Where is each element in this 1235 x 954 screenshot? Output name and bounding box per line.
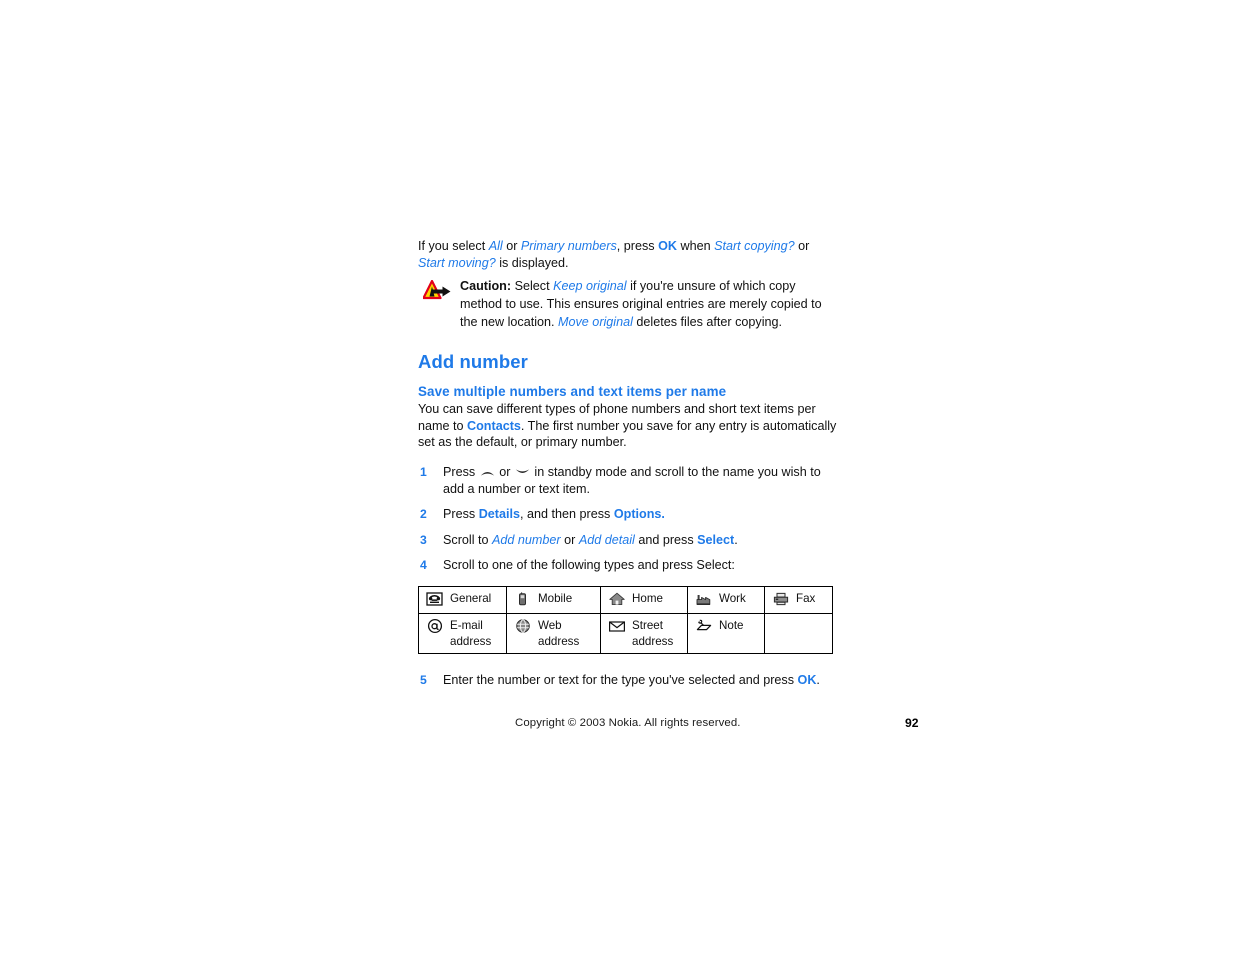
table-cell-fax: Fax xyxy=(764,585,833,614)
step-5-number: 5 xyxy=(420,673,427,688)
caution-text-1: Select xyxy=(511,279,554,294)
step-3-number: 3 xyxy=(420,532,427,547)
caution-term-move-original: Move original xyxy=(558,315,633,330)
table-cell-email-address: E-mail address xyxy=(418,612,507,655)
step-4-number: 4 xyxy=(420,557,427,572)
scroll-down-arrow-icon xyxy=(515,465,530,474)
table-cell-empty xyxy=(764,612,833,655)
house-icon xyxy=(608,591,626,607)
intro-text-1: If you select xyxy=(418,239,489,253)
caution-note: Caution: Select Keep original if you're … xyxy=(418,277,838,331)
at-sign-icon xyxy=(426,618,444,634)
boxed-telephone-icon xyxy=(426,591,444,607)
step-3-text-3: and press xyxy=(634,532,698,547)
intro-text-3: , press xyxy=(616,239,659,253)
caution-text: Caution: Select Keep original if you're … xyxy=(460,279,822,329)
step-5: 5 Enter the number or text for the type y… xyxy=(418,672,838,689)
table-cell-street-address: Street address xyxy=(600,612,688,655)
cell-label: E-mail address xyxy=(450,618,492,648)
step-3-term-add-number: Add number xyxy=(492,532,561,547)
step-1-number: 1 xyxy=(420,464,427,479)
intro-key-ok: OK xyxy=(658,239,677,253)
step-4: 4 Scroll to one of the following types an… xyxy=(418,557,838,574)
factory-icon xyxy=(695,591,713,607)
table-cell-web-address: Web address xyxy=(506,612,601,655)
cell-label: Web address xyxy=(538,618,580,648)
cell-content: Web address xyxy=(514,618,594,649)
body-term-contacts: Contacts xyxy=(467,418,521,433)
table-cell-note: Note xyxy=(687,612,765,655)
cell-label: Note xyxy=(719,618,744,632)
cell-label: Fax xyxy=(796,591,816,605)
caution-term-keep-original: Keep original xyxy=(553,279,627,294)
cell-label: Mobile xyxy=(538,591,573,605)
table-cell-mobile: Mobile xyxy=(506,585,601,614)
step-3-text-2: or xyxy=(560,532,579,547)
table-cell-work: Work xyxy=(687,585,765,614)
step-4-text-1: Scroll to one of the following types and… xyxy=(443,557,735,572)
cell-label: Home xyxy=(632,591,663,605)
step-2: 2 Press Details, and then press Options. xyxy=(418,506,838,523)
caution-label: Caution: xyxy=(460,279,512,294)
page-content: If you select All or Primary numbers, pr… xyxy=(418,238,838,697)
step-3-text-4: . xyxy=(734,532,738,547)
footer-page-number: 92 xyxy=(905,716,919,730)
step-2-term-details: Details xyxy=(478,507,521,522)
step-3: 3 Scroll to Add number or Add detail and … xyxy=(418,532,838,549)
table-cell-home: Home xyxy=(600,585,688,614)
note-pencil-icon xyxy=(695,618,713,634)
step-2-text-2: , and then press xyxy=(520,507,614,522)
intro-text-6: is displayed. xyxy=(495,255,569,270)
intro-text-4: when xyxy=(676,239,715,253)
body-paragraph: You can save different types of phone nu… xyxy=(418,401,838,451)
step-5-text-2: . xyxy=(816,673,820,688)
cell-content: E-mail address xyxy=(426,618,500,649)
step-5-key-ok: OK xyxy=(797,673,817,688)
intro-text-5: or xyxy=(794,239,810,253)
step-1: 1 Press or in standby mode and scroll to … xyxy=(418,464,838,498)
cell-content xyxy=(772,618,826,634)
cell-content: Note xyxy=(695,618,758,634)
intro-term-primary-numbers: Primary numbers xyxy=(520,239,617,253)
cell-content: Fax xyxy=(772,591,826,607)
table-row: E-mail address Web address Street addres… xyxy=(418,612,833,655)
step-2-text-1: Press xyxy=(443,507,479,522)
section-heading: Add number xyxy=(418,351,528,373)
warning-triangle-arrow-icon xyxy=(422,280,453,302)
fax-machine-icon xyxy=(772,591,790,607)
contact-types-table: General Mobile Home Work Fax E-mail addr… xyxy=(418,585,833,655)
cell-label: Work xyxy=(719,591,746,605)
step-1-text-2: or xyxy=(495,464,514,479)
table-cell-general: General xyxy=(418,585,507,614)
cell-content: Home xyxy=(608,591,681,607)
step-2-number: 2 xyxy=(420,507,427,522)
mobile-phone-icon xyxy=(514,591,532,607)
intro-term-start-moving: Start moving? xyxy=(418,255,496,270)
table-row: General Mobile Home Work Fax xyxy=(418,585,833,614)
step-2-term-options: Options. xyxy=(613,507,665,522)
globe-icon xyxy=(514,618,532,634)
step-5-text-1: Enter the number or text for the type yo… xyxy=(443,673,798,688)
step-3-text-1: Scroll to xyxy=(443,532,492,547)
intro-text-2: or xyxy=(502,239,521,253)
cell-content: Mobile xyxy=(514,591,594,607)
cell-content: Work xyxy=(695,591,758,607)
document-page: If you select All or Primary numbers, pr… xyxy=(0,0,1235,954)
intro-term-start-copying: Start copying? xyxy=(714,239,795,253)
step-3-term-select: Select xyxy=(697,532,735,547)
intro-term-all: All xyxy=(488,239,503,253)
cell-content: Street address xyxy=(608,618,681,649)
footer-copyright: Copyright © 2003 Nokia. All rights reser… xyxy=(515,717,741,729)
cell-label: Street address xyxy=(632,618,674,648)
scroll-up-arrow-icon xyxy=(480,465,495,476)
step-1-text-1: Press xyxy=(443,464,479,479)
subsection-heading: Save multiple numbers and text items per… xyxy=(418,384,727,400)
step-3-term-add-detail: Add detail xyxy=(578,532,635,547)
cell-label: General xyxy=(450,591,492,605)
steps-list: 1 Press or in standby mode and scroll to … xyxy=(418,464,838,689)
cell-content: General xyxy=(426,591,500,607)
intro-paragraph: If you select All or Primary numbers, pr… xyxy=(418,238,838,271)
caution-text-3: deletes files after copying. xyxy=(632,315,783,330)
envelope-icon xyxy=(608,618,626,634)
